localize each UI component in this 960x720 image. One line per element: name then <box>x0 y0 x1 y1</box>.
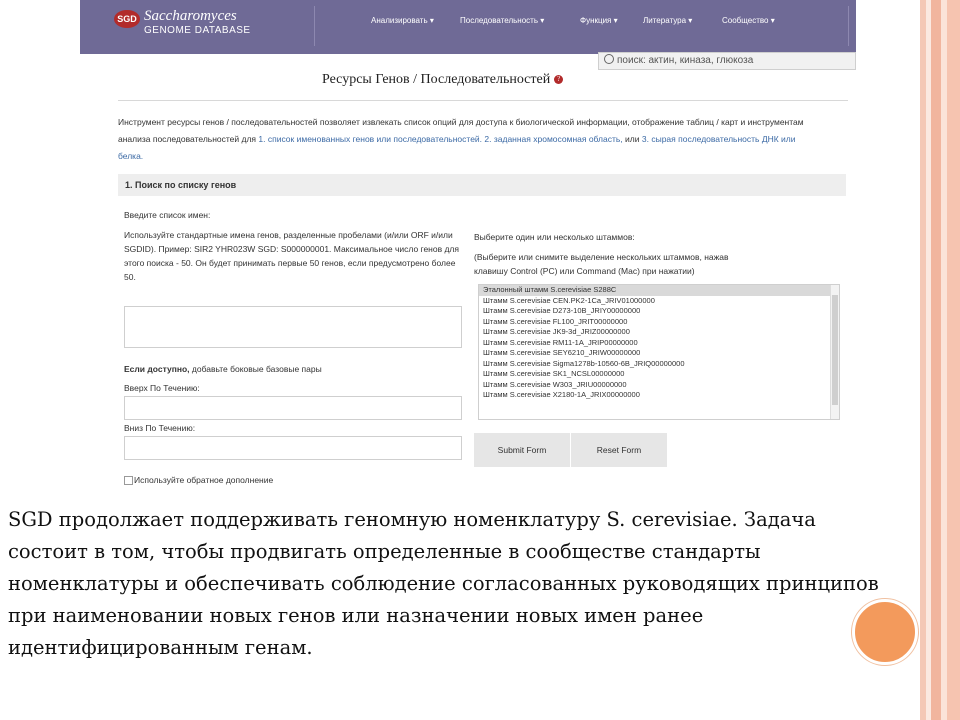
strain-option[interactable]: Штамм S.cerevisiae RM11-1A_JRIP00000000 <box>479 338 839 349</box>
flank-label: Если доступно, добавьте боковые базовые … <box>124 364 322 374</box>
nav-item-analyze[interactable]: Анализировать ▾ <box>371 16 434 25</box>
decorative-stripes <box>920 0 960 720</box>
brand-subtitle: GENOME DATABASE <box>144 25 251 36</box>
strain-option[interactable]: Штамм S.cerevisiae W303_JRIU00000000 <box>479 380 839 391</box>
strain-option[interactable]: Штамм S.cerevisiae Sigma1278b-10560-6B_J… <box>479 359 839 370</box>
search-input[interactable]: поиск: актин, киназа, глюкоза <box>598 52 856 70</box>
downstream-input[interactable] <box>124 436 462 460</box>
strain-option[interactable]: Штамм S.cerevisiae SEY6210_JRIW00000000 <box>479 348 839 359</box>
listbox-scrollbar[interactable] <box>830 285 839 419</box>
downstream-label: Вниз По Течению: <box>124 423 196 433</box>
strains-help-text: (Выберите или снимите выделение нескольк… <box>474 252 729 276</box>
nav-divider <box>848 6 849 46</box>
intro-text: Инструмент ресурсы генов / последователь… <box>118 117 804 161</box>
strains-label: Выберите один или несколько штаммов: <box>474 232 635 242</box>
reverse-complement-label: Используйте обратное дополнение <box>134 475 274 485</box>
strains-listbox[interactable]: Эталонный штамм S.cerevisiae S288C Штамм… <box>478 284 840 420</box>
strain-option[interactable]: Штамм S.cerevisiae X2180-1A_JRIX00000000 <box>479 390 839 401</box>
chevron-down-icon: ▾ <box>770 16 775 25</box>
help-icon[interactable]: ? <box>554 75 564 84</box>
reverse-complement-checkbox[interactable] <box>124 476 133 485</box>
search-icon <box>604 54 614 64</box>
search-placeholder: поиск: актин, киназа, глюкоза <box>617 55 754 66</box>
nav-item-function[interactable]: Функция ▾ <box>580 16 618 25</box>
reset-button[interactable]: Reset Form <box>571 433 667 467</box>
brand-title[interactable]: Saccharomyces <box>144 8 237 25</box>
chevron-down-icon: ▾ <box>613 16 618 25</box>
page-title: Ресурсы Генов / Последовательностей? <box>322 72 564 88</box>
chevron-down-icon: ▾ <box>429 16 434 25</box>
submit-button[interactable]: Submit Form <box>474 433 570 467</box>
top-navbar: SGD Saccharomyces GENOME DATABASE Анализ… <box>80 0 856 54</box>
strain-option[interactable]: Штамм S.cerevisiae SK1_NCSL00000000 <box>479 369 839 380</box>
sgd-logo[interactable]: SGD <box>114 10 140 28</box>
panel-header: 1. Поиск по списку генов <box>118 174 846 196</box>
sgd-screenshot: SGD Saccharomyces GENOME DATABASE Анализ… <box>80 0 856 520</box>
names-help-text: Используйте стандартные имена генов, раз… <box>124 230 459 282</box>
nav-item-literature[interactable]: Литература ▾ <box>643 16 692 25</box>
chevron-down-icon: ▾ <box>540 16 545 25</box>
strain-option[interactable]: Штамм S.cerevisiae D273-10B_JRIY00000000 <box>479 306 839 317</box>
nav-divider <box>314 6 315 46</box>
link-named-genes[interactable]: 1. список именованных генов или последов… <box>258 134 482 144</box>
strain-option[interactable]: Штамм S.cerevisiae FL100_JRIT00000000 <box>479 317 839 328</box>
strain-option[interactable]: Штамм S.cerevisiae JK9-3d_JRIZ00000000 <box>479 327 839 338</box>
chevron-down-icon: ▾ <box>688 16 693 25</box>
gene-names-textarea[interactable] <box>124 306 462 348</box>
link-chromosomal-region[interactable]: 2. заданная хромосомная область, <box>484 134 622 144</box>
nav-item-sequence[interactable]: Последовательность ▾ <box>460 16 544 25</box>
upstream-label: Вверх По Течению: <box>124 383 200 393</box>
nav-item-community[interactable]: Сообщество ▾ <box>722 16 775 25</box>
upstream-input[interactable] <box>124 396 462 420</box>
decorative-circle <box>852 599 918 665</box>
divider <box>118 100 848 101</box>
names-label: Введите список имен: <box>124 210 211 220</box>
strain-option[interactable]: Эталонный штамм S.cerevisiae S288C <box>479 285 839 296</box>
slide-body-text: SGD продолжает поддерживать геномную ном… <box>8 508 879 659</box>
scrollbar-thumb[interactable] <box>832 295 838 405</box>
strain-option[interactable]: Штамм S.cerevisiae CEN.PK2-1Ca_JRIV01000… <box>479 296 839 307</box>
